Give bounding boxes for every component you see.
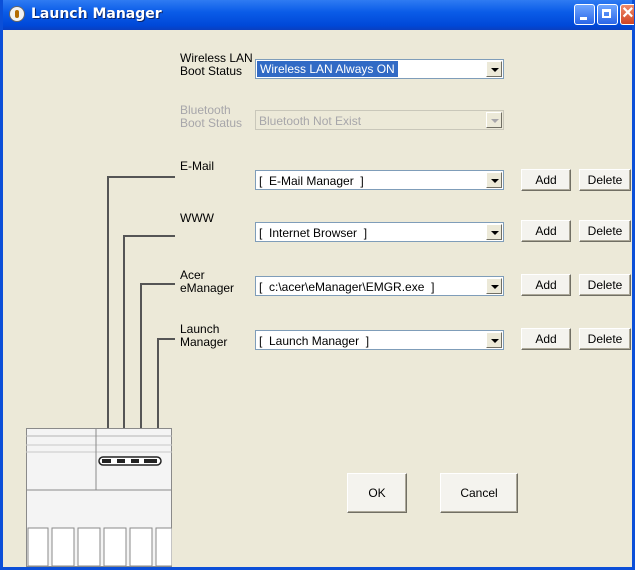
window-title: Launch Manager xyxy=(31,6,162,22)
email-delete-button[interactable]: Delete xyxy=(579,169,631,191)
www-app-select[interactable]: [ Internet Browser ] xyxy=(255,222,504,242)
bluetooth-status-select: Bluetooth Not Exist xyxy=(255,110,504,130)
acer-emanager-connector-line xyxy=(140,283,175,285)
dropdown-arrow-icon[interactable] xyxy=(486,332,502,348)
launch-manager-add-button[interactable]: Add xyxy=(521,328,571,350)
acer-emanager-delete-button[interactable]: Delete xyxy=(579,274,631,296)
email-connector-line xyxy=(107,176,109,460)
dropdown-arrow-icon[interactable] xyxy=(486,61,502,77)
dialog-body: Wireless LAN Boot Status Wireless LAN Alw… xyxy=(3,30,632,567)
app-icon xyxy=(9,6,25,22)
launch-manager-label: Launch Manager xyxy=(180,322,228,349)
email-app-select[interactable]: [ E-Mail Manager ] xyxy=(255,170,504,190)
acer-emanager-app-select[interactable]: [ c:\acer\eManager\EMGR.exe ] xyxy=(255,276,504,296)
wireless-label: Wireless LAN Boot Status xyxy=(180,51,253,78)
www-connector-line xyxy=(123,235,175,237)
maximize-icon[interactable] xyxy=(597,4,618,25)
email-connector-line xyxy=(107,176,175,178)
email-add-button[interactable]: Add xyxy=(521,169,571,191)
email-label: E-Mail xyxy=(180,159,215,173)
ok-button[interactable]: OK xyxy=(347,473,407,513)
www-add-button[interactable]: Add xyxy=(521,220,571,242)
launch-manager-connector-line xyxy=(157,338,175,340)
dropdown-arrow-icon[interactable] xyxy=(486,278,502,294)
acer-emanager-add-button[interactable]: Add xyxy=(521,274,571,296)
cancel-button[interactable]: Cancel xyxy=(440,473,518,513)
launch-manager-delete-button[interactable]: Delete xyxy=(579,328,631,350)
title-bar[interactable]: Launch Manager xyxy=(3,0,634,30)
dropdown-arrow-icon xyxy=(486,112,502,128)
launch-manager-app-select[interactable]: [ Launch Manager ] xyxy=(255,330,504,350)
www-connector-line xyxy=(123,235,125,460)
wireless-status-select[interactable]: Wireless LAN Always ON xyxy=(255,59,504,79)
www-label: WWW xyxy=(180,211,214,225)
close-icon[interactable] xyxy=(620,2,634,25)
bluetooth-label: Bluetooth Boot Status xyxy=(180,103,243,130)
acer-emanager-label: Acer eManager xyxy=(180,268,235,295)
www-delete-button[interactable]: Delete xyxy=(579,220,631,242)
launch-manager-window: Launch Manager Wireless LANBoot Status W… xyxy=(0,0,635,570)
keyboard-illustration xyxy=(26,428,172,567)
dropdown-arrow-icon[interactable] xyxy=(486,224,502,240)
minimize-icon[interactable] xyxy=(574,4,595,25)
dropdown-arrow-icon[interactable] xyxy=(486,172,502,188)
